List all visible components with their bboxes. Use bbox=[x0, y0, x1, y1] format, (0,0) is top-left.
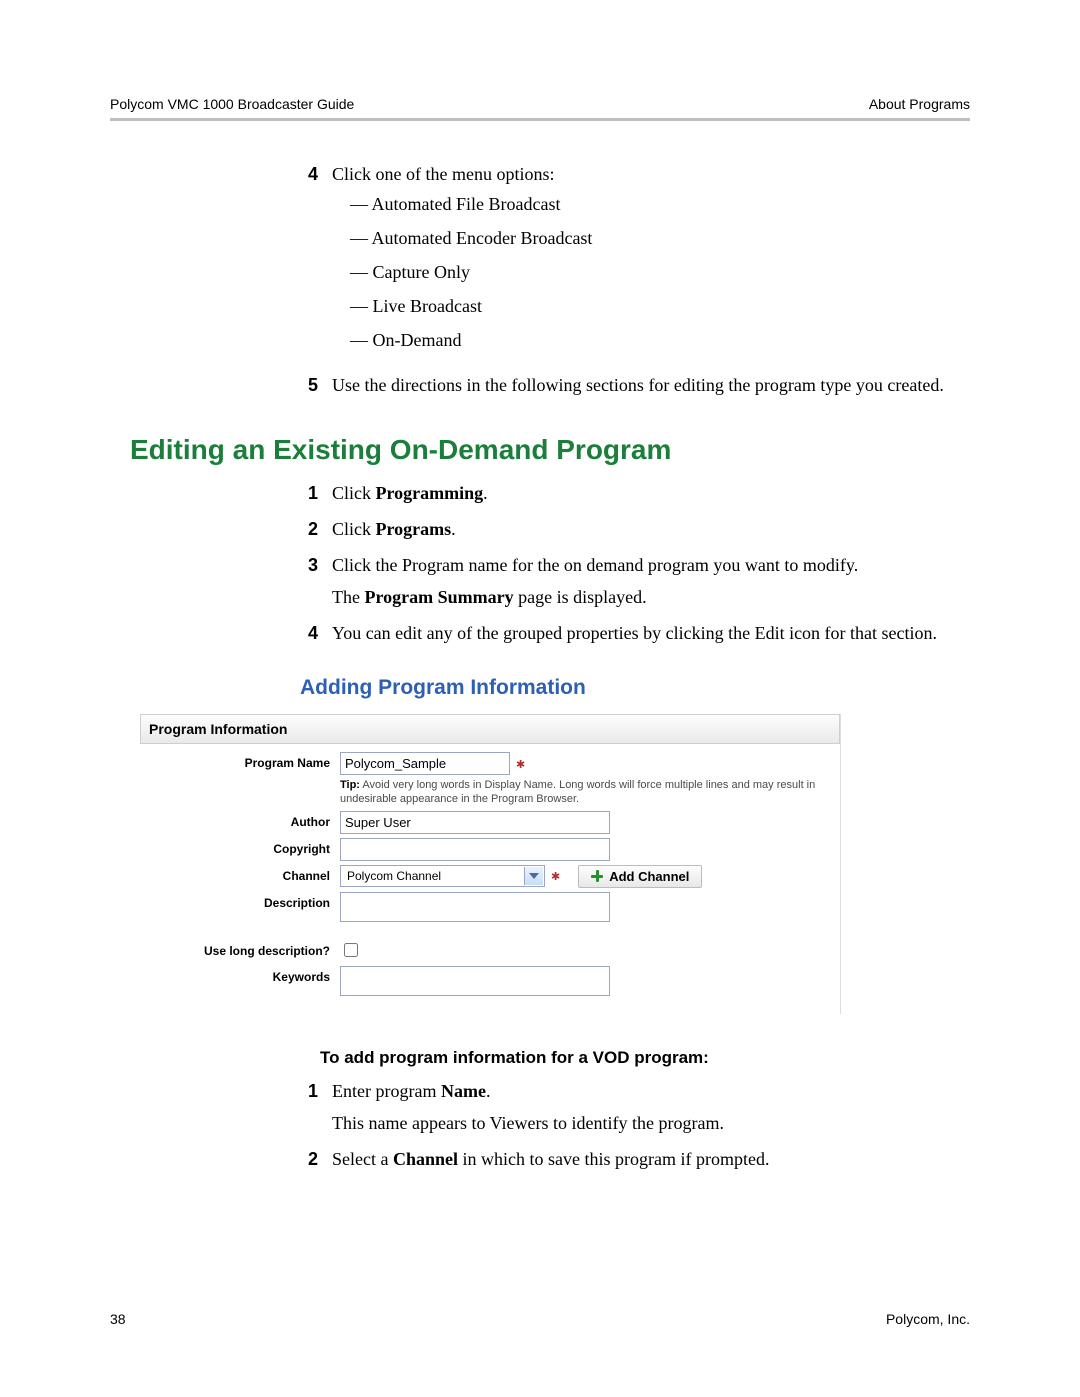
step-text: Use the directions in the following sect… bbox=[332, 372, 970, 398]
step-number: 3 bbox=[300, 552, 318, 578]
label-description: Description bbox=[150, 892, 340, 914]
required-icon: ✱ bbox=[551, 870, 560, 883]
edit-step-3: 3 Click the Program name for the on dema… bbox=[300, 552, 970, 610]
subsection-heading: Adding Program Information bbox=[300, 676, 970, 700]
panel-title: Program Information bbox=[140, 714, 840, 744]
step-number: 1 bbox=[300, 1078, 318, 1104]
instruction-heading: To add program information for a VOD pro… bbox=[320, 1048, 970, 1068]
description-input[interactable] bbox=[340, 892, 610, 922]
header-left: Polycom VMC 1000 Broadcaster Guide bbox=[110, 96, 354, 112]
channel-select[interactable]: Polycom Channel bbox=[340, 865, 545, 887]
instr-step-1: 1 Enter program Name. This name appears … bbox=[300, 1078, 970, 1136]
keywords-input[interactable] bbox=[340, 966, 610, 996]
step-number: 4 bbox=[300, 620, 318, 646]
label-channel: Channel bbox=[150, 865, 340, 887]
edit-step-1: 1 Click Programming. bbox=[300, 480, 970, 506]
chevron-down-icon bbox=[524, 867, 543, 885]
program-name-input[interactable] bbox=[340, 752, 510, 775]
header-right: About Programs bbox=[869, 96, 970, 112]
footer-right: Polycom, Inc. bbox=[886, 1311, 970, 1327]
step-number: 2 bbox=[300, 1146, 318, 1172]
author-input[interactable] bbox=[340, 811, 610, 834]
option-item: Automated File Broadcast bbox=[350, 191, 970, 217]
edit-step-4: 4 You can edit any of the grouped proper… bbox=[300, 620, 970, 646]
add-channel-button[interactable]: Add Channel bbox=[578, 865, 702, 888]
page-number: 38 bbox=[110, 1311, 126, 1327]
label-program-name: Program Name bbox=[150, 752, 340, 774]
instr-step-2: 2 Select a Channel in which to save this… bbox=[300, 1146, 970, 1172]
step-number: 5 bbox=[300, 372, 318, 398]
header-rule bbox=[110, 118, 970, 121]
option-item: Live Broadcast bbox=[350, 293, 970, 319]
step-5: 5 Use the directions in the following se… bbox=[300, 372, 970, 398]
label-author: Author bbox=[150, 811, 340, 833]
step-number: 1 bbox=[300, 480, 318, 506]
step-text: Click one of the menu options: bbox=[332, 164, 554, 184]
edit-step-2: 2 Click Programs. bbox=[300, 516, 970, 542]
long-description-checkbox[interactable] bbox=[344, 943, 358, 957]
option-item: Capture Only bbox=[350, 259, 970, 285]
program-name-tip: Tip: Avoid very long words in Display Na… bbox=[340, 778, 830, 807]
add-channel-label: Add Channel bbox=[609, 869, 689, 884]
label-keywords: Keywords bbox=[150, 966, 340, 988]
section-heading: Editing an Existing On-Demand Program bbox=[130, 434, 970, 466]
step-number: 2 bbox=[300, 516, 318, 542]
program-info-panel: Program Information Program Name ✱ Tip: … bbox=[140, 714, 841, 1014]
label-long-description: Use long description? bbox=[150, 940, 340, 962]
step-number: 4 bbox=[300, 161, 318, 187]
copyright-input[interactable] bbox=[340, 838, 610, 861]
step-4: 4 Click one of the menu options: Automat… bbox=[300, 161, 970, 362]
option-item: Automated Encoder Broadcast bbox=[350, 225, 970, 251]
required-icon: ✱ bbox=[516, 759, 525, 771]
option-item: On-Demand bbox=[350, 327, 970, 353]
plus-icon bbox=[591, 870, 603, 882]
channel-select-value: Polycom Channel bbox=[347, 869, 441, 883]
label-copyright: Copyright bbox=[150, 838, 340, 860]
